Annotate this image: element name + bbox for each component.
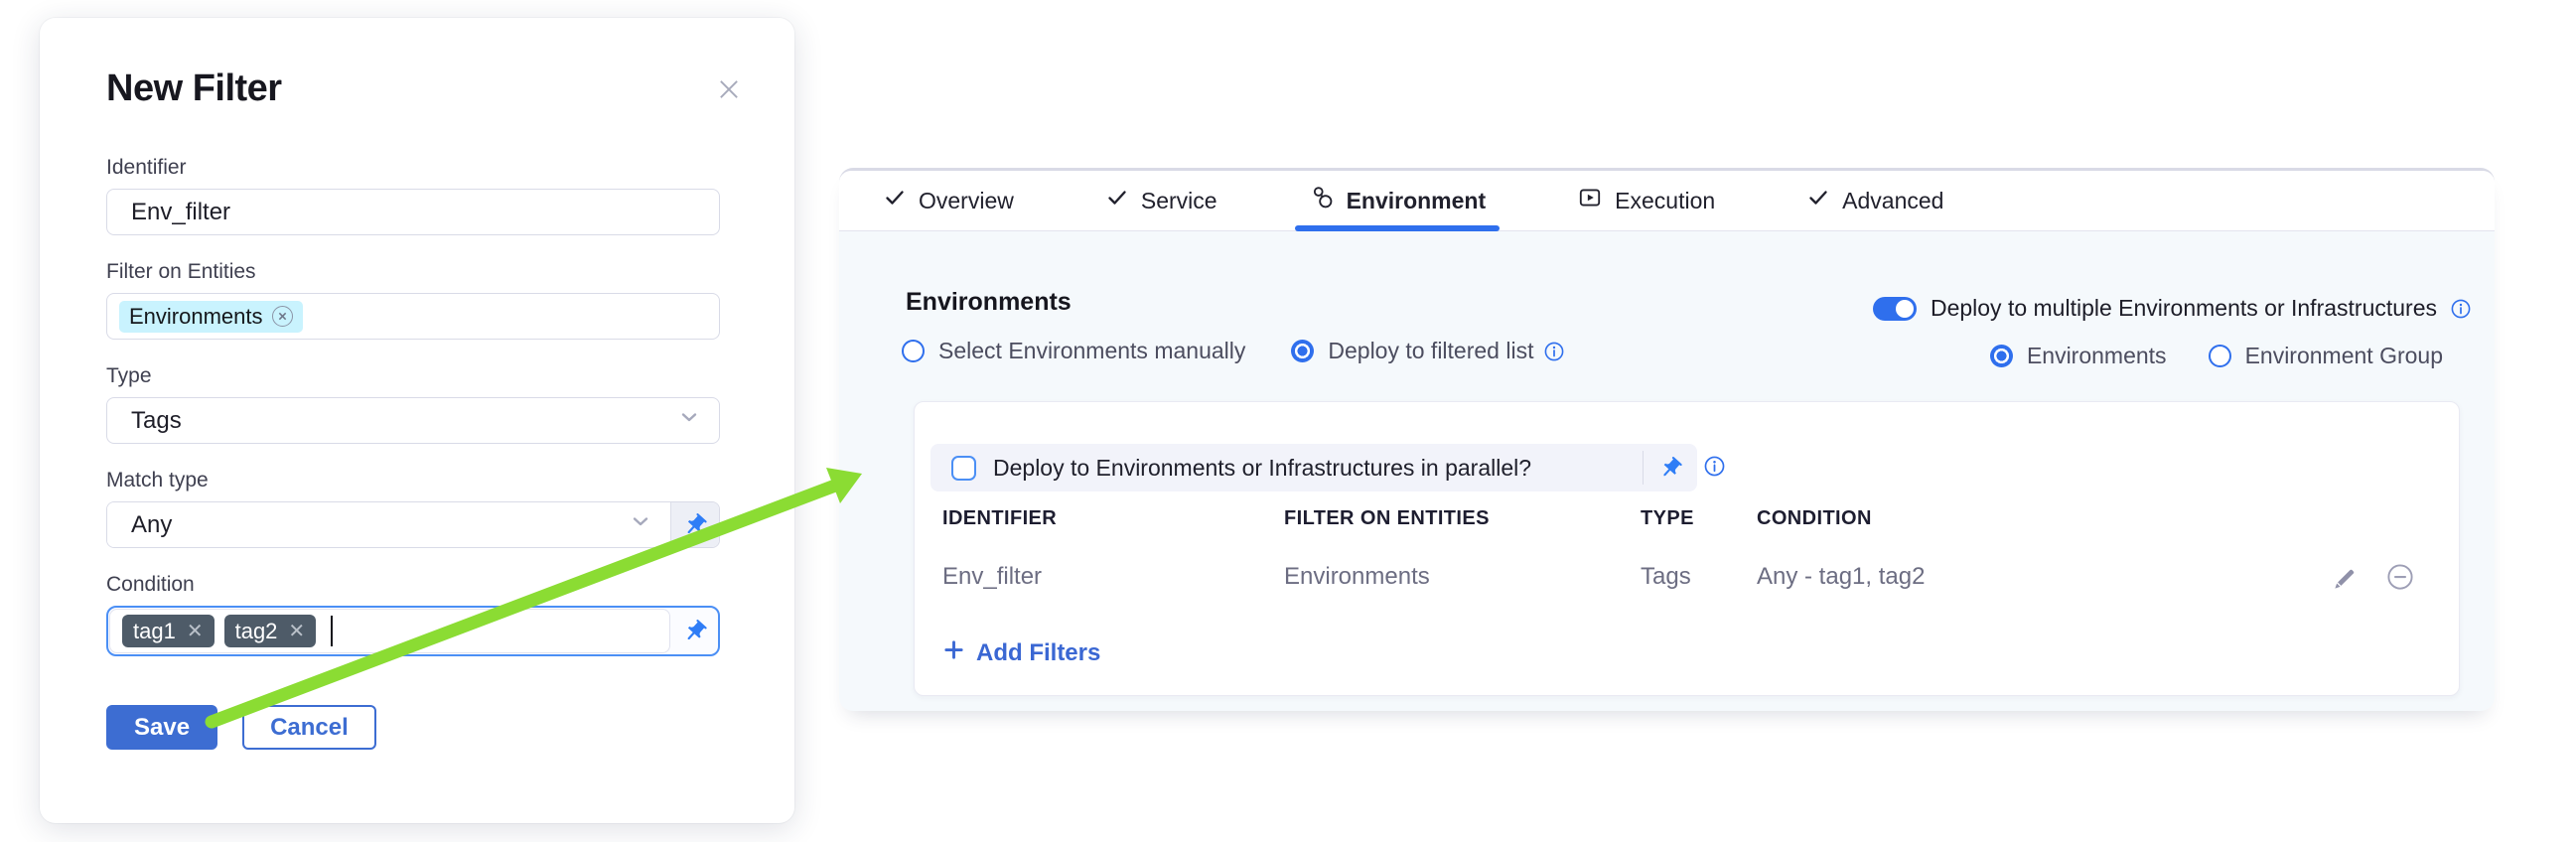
filter-on-entities-field: Filter on Entities Environments [106,259,720,340]
check-icon [1806,186,1830,215]
filter-on-entities-input[interactable]: Environments [106,293,720,340]
remove-minus-icon[interactable] [2385,562,2415,592]
pin-button[interactable] [670,502,719,547]
info-icon[interactable] [1544,342,1564,361]
radio-icon [1291,340,1314,362]
stage-tabbar: Overview Service Environment Execution A… [839,171,2495,231]
cell-condition: Any - tag1, tag2 [1757,563,2174,591]
cell-identifier: Env_filter [942,563,1284,591]
new-filter-modal: New Filter Identifier Env_filter Filter … [40,18,794,823]
info-icon[interactable] [2451,299,2471,319]
filters-card: Deploy to Environments or Infrastructure… [914,401,2460,696]
target-type-radios: Environments Environment Group [1990,343,2443,369]
chip-remove-icon[interactable] [272,306,293,327]
radio-label: Environment Group [2245,343,2443,369]
identifier-value: Env_filter [131,199,230,226]
toggle-on[interactable] [1873,297,1917,321]
entity-chip: Environments [119,301,303,333]
cancel-button[interactable]: Cancel [242,705,376,750]
tab-label: Environment [1347,188,1487,214]
radio-environment-group[interactable]: Environment Group [2209,343,2443,369]
entity-chip-label: Environments [129,304,263,330]
match-type-group: Any [106,501,720,548]
radio-icon [902,340,925,362]
modal-actions: Save Cancel [106,705,720,750]
col-identifier: IDENTIFIER [942,507,1284,530]
parallel-option-bar: Deploy to Environments or Infrastructure… [930,444,1697,491]
type-select[interactable]: Tags [106,397,720,444]
filters-table-header: IDENTIFIER FILTER ON ENTITIES TYPE CONDI… [942,507,2174,530]
parallel-checkbox-label: Deploy to Environments or Infrastructure… [993,455,1643,482]
condition-field: Condition tag1 ✕ tag2 ✕ [106,572,720,656]
radio-select-manually[interactable]: Select Environments manually [902,338,1245,364]
info-icon[interactable] [1704,456,1725,477]
tab-service[interactable]: Service [1105,171,1217,230]
radio-environments[interactable]: Environments [1990,343,2167,369]
edit-pencil-icon[interactable] [2332,565,2359,592]
cell-filter-on-entities: Environments [1284,563,1641,591]
type-value: Tags [131,407,182,435]
tab-advanced[interactable]: Advanced [1806,171,1943,230]
filter-on-entities-label: Filter on Entities [106,259,720,284]
type-label: Type [106,363,720,388]
type-field: Type Tags [106,363,720,444]
environments-heading: Environments [906,288,1072,317]
chip-remove-icon[interactable]: ✕ [288,622,305,641]
save-button[interactable]: Save [106,705,217,750]
match-type-value: Any [131,511,172,539]
close-icon[interactable] [713,73,745,105]
table-row: Env_filter Environments Tags Any - tag1,… [942,563,2174,591]
condition-label: Condition [106,572,720,597]
tab-environment[interactable]: Environment [1309,171,1487,230]
pin-button[interactable] [1644,456,1697,481]
condition-chip: tag1 ✕ [122,615,215,647]
radio-label: Deploy to filtered list [1328,338,1533,364]
toggle-label: Deploy to multiple Environments or Infra… [1931,295,2437,322]
col-type: TYPE [1641,507,1757,530]
deploy-mode-radios: Select Environments manually Deploy to f… [902,338,1564,364]
col-filter-on-entities: FILTER ON ENTITIES [1284,507,1641,530]
match-type-field: Match type Any [106,468,720,548]
tab-label: Advanced [1842,188,1943,214]
radio-label: Select Environments manually [938,338,1245,364]
radio-label: Environments [2027,343,2167,369]
tab-overview[interactable]: Overview [883,171,1014,230]
chip-remove-icon[interactable]: ✕ [187,622,204,641]
condition-input[interactable]: tag1 ✕ tag2 ✕ [109,609,670,653]
condition-chip: tag2 ✕ [224,615,317,647]
environment-icon [1309,185,1335,216]
identifier-label: Identifier [106,155,720,180]
add-filters-button[interactable]: Add Filters [942,638,1100,668]
condition-chip-label: tag1 [133,619,176,644]
parallel-checkbox[interactable] [951,456,976,481]
col-condition: CONDITION [1757,507,2174,530]
chevron-down-icon [677,405,701,436]
pipeline-stage-panel: Overview Service Environment Execution A… [839,168,2495,711]
radio-icon [2209,345,2231,367]
condition-chip-label: tag2 [235,619,278,644]
multi-deploy-toggle-row: Deploy to multiple Environments or Infra… [1873,295,2471,322]
modal-title: New Filter [106,67,720,110]
tab-execution[interactable]: Execution [1577,171,1715,230]
check-icon [1105,186,1129,215]
match-type-label: Match type [106,468,720,492]
cell-type: Tags [1641,563,1757,591]
chevron-down-icon [629,509,652,540]
add-filters-label: Add Filters [976,639,1100,667]
radio-icon [1990,345,2013,367]
identifier-input[interactable]: Env_filter [106,189,720,235]
plus-icon [942,638,965,668]
execution-icon [1577,185,1603,216]
text-cursor [331,616,333,646]
tab-label: Execution [1615,188,1715,214]
identifier-field: Identifier Env_filter [106,155,720,235]
radio-deploy-filtered[interactable]: Deploy to filtered list [1291,338,1564,364]
condition-group: tag1 ✕ tag2 ✕ [106,606,720,656]
tab-label: Overview [919,188,1014,214]
pin-button[interactable] [671,608,718,654]
tab-label: Service [1141,188,1217,214]
match-type-select[interactable]: Any [107,502,670,547]
check-icon [883,186,907,215]
